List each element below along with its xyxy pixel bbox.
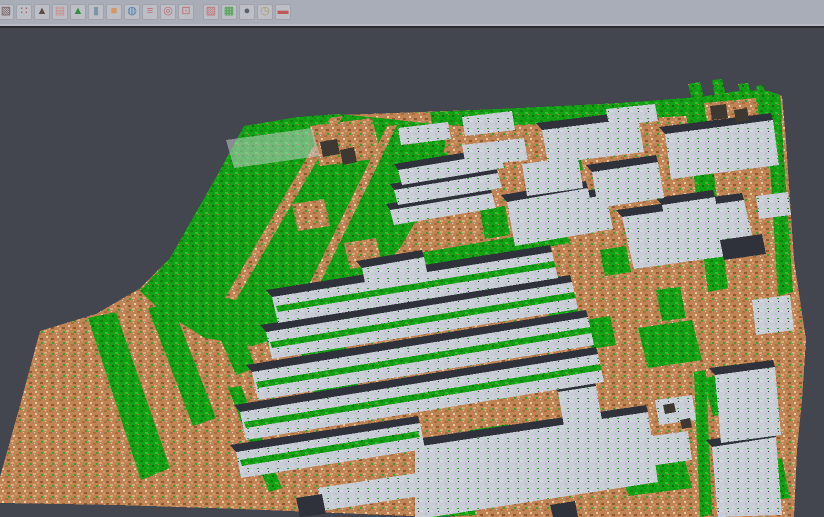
- point-cloud-scene: [0, 0, 824, 517]
- tree-patch: [638, 320, 702, 368]
- mountain-icon: ▲: [34, 4, 50, 20]
- building-roof: [558, 386, 602, 426]
- small-dark-structure: [734, 108, 749, 122]
- red-stripes-button[interactable]: ▬: [275, 4, 291, 20]
- list-icon: ≡: [142, 4, 158, 20]
- ground-clearing: [292, 199, 330, 231]
- column-button[interactable]: ▮: [88, 4, 104, 20]
- small-dark-structure: [680, 418, 692, 429]
- tree-bump: [712, 79, 726, 97]
- application-window: ▧∷▲▤▲▮■◍≡◎⊡▨▦●◷▬: [0, 0, 824, 517]
- toolbar-separator: [195, 4, 202, 20]
- toolbar-seam-line: [0, 26, 824, 28]
- column-icon: ▮: [88, 4, 104, 20]
- globe-button[interactable]: ◍: [124, 4, 140, 20]
- mountain-button[interactable]: ▲: [34, 4, 50, 20]
- tree-blob: [600, 246, 631, 276]
- orange-square-icon: ■: [106, 4, 122, 20]
- small-dark-structure: [710, 104, 728, 120]
- classification-map-icon: ▦: [221, 4, 237, 20]
- small-dark-structure: [663, 403, 676, 414]
- small-dark-structure: [340, 147, 357, 165]
- color-dots-icon: ∷: [16, 4, 32, 20]
- small-dark-structure: [320, 139, 340, 157]
- color-dots-button[interactable]: ∷: [16, 4, 32, 20]
- red-dots-grid-icon: ▤: [52, 4, 68, 20]
- dark-grid-icon: ▧: [0, 4, 14, 20]
- building-roof: [645, 431, 692, 466]
- clock-icon: ◷: [257, 4, 273, 20]
- tree-bump: [688, 82, 704, 99]
- main-toolbar: ▧∷▲▤▲▮■◍≡◎⊡▨▦●◷▬: [0, 0, 824, 24]
- building-roof: [715, 367, 781, 443]
- classification-map-button[interactable]: ▦: [221, 4, 237, 20]
- red-dots-grid-button[interactable]: ▤: [52, 4, 68, 20]
- dark-pit: [296, 494, 326, 517]
- building-roof: [752, 295, 794, 335]
- hatched-square-icon: ▨: [203, 4, 219, 20]
- globe-icon: ◍: [124, 4, 140, 20]
- target-button[interactable]: ◎: [160, 4, 176, 20]
- selection-box-button[interactable]: ⊡: [178, 4, 194, 20]
- hatched-square-button[interactable]: ▨: [203, 4, 219, 20]
- target-icon: ◎: [160, 4, 176, 20]
- dark-grid-button[interactable]: ▧: [0, 4, 14, 20]
- clock-button[interactable]: ◷: [257, 4, 273, 20]
- building-roof: [712, 437, 782, 517]
- camera-button[interactable]: ●: [239, 4, 255, 20]
- list-button[interactable]: ≡: [142, 4, 158, 20]
- camera-icon: ●: [239, 4, 255, 20]
- 3d-viewport[interactable]: [0, 0, 824, 517]
- red-stripes-icon: ▬: [275, 4, 291, 20]
- terrain-button[interactable]: ▲: [70, 4, 86, 20]
- building-roof: [756, 192, 791, 219]
- tree-blob: [480, 206, 510, 239]
- orange-square-button[interactable]: ■: [106, 4, 122, 20]
- selection-box-icon: ⊡: [178, 4, 194, 20]
- terrain-icon: ▲: [70, 4, 86, 20]
